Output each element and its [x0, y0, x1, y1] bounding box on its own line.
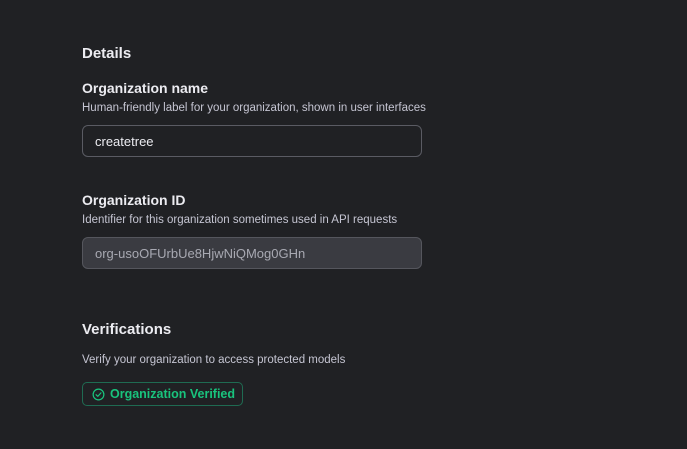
org-id-help: Identifier for this organization sometim… — [82, 214, 398, 226]
organization-verified-badge: Organization Verified — [82, 382, 244, 406]
org-name-label: Organization name — [82, 80, 209, 96]
verifications-heading: Verifications — [82, 321, 172, 338]
org-name-help: Human-friendly label for your organizati… — [82, 102, 426, 114]
verified-badge-label: Organization Verified — [110, 387, 236, 401]
verifications-help: Verify your organization to access prote… — [82, 354, 346, 366]
details-heading: Details — [82, 45, 132, 62]
org-name-input[interactable] — [82, 125, 422, 157]
org-id-input[interactable] — [82, 237, 422, 269]
org-id-label: Organization ID — [82, 192, 186, 208]
check-circle-icon — [91, 387, 105, 401]
